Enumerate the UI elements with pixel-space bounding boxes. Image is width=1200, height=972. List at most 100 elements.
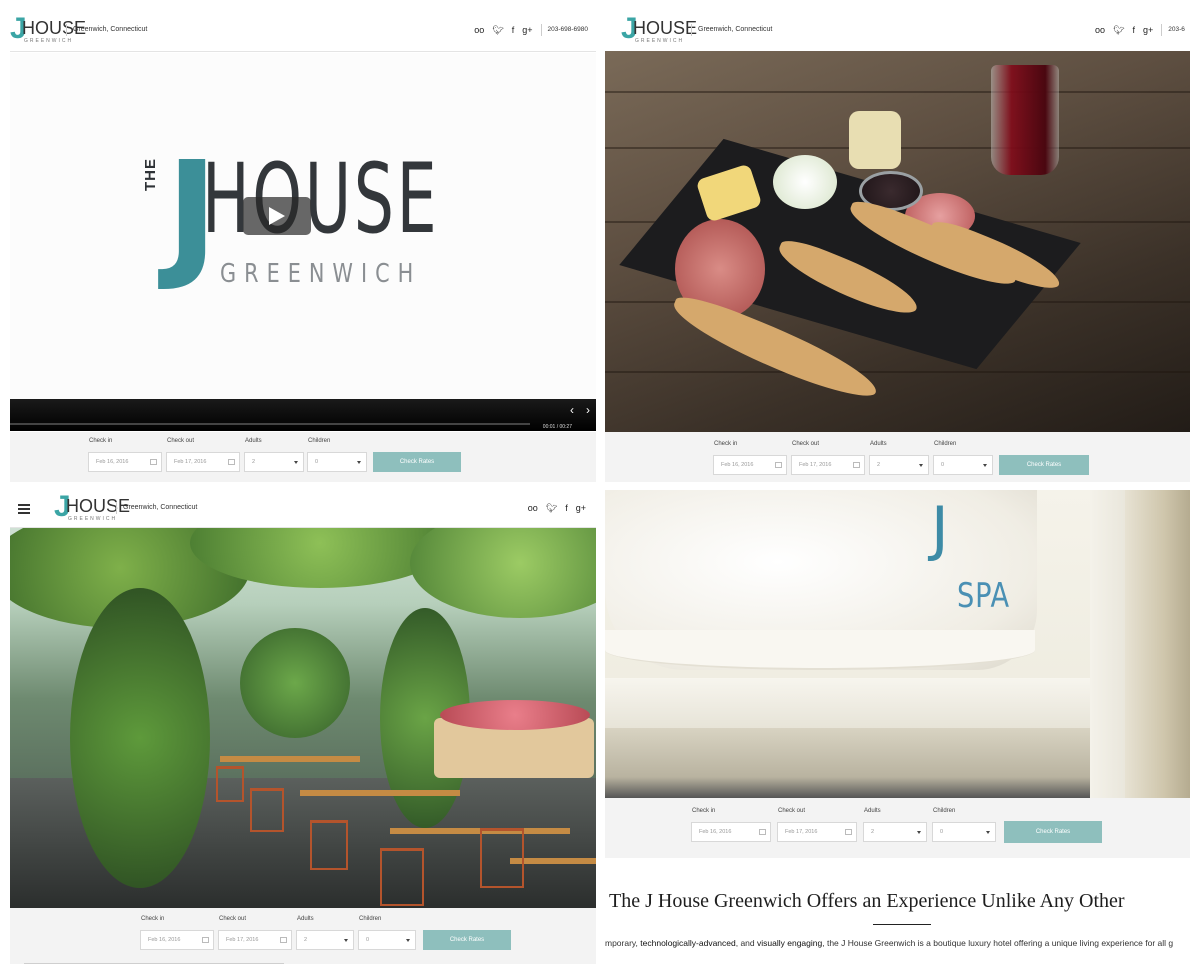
video-progress-bar[interactable] xyxy=(10,423,530,425)
site-header: J HOUSE GREENWICH Greenwich, Connecticut… xyxy=(605,8,1190,52)
checkout-input[interactable]: Feb 17, 2016 xyxy=(166,452,240,472)
video-controls: ‹ › 00:01 / 00:27 xyxy=(10,399,596,431)
tripadvisor-icon[interactable]: oo xyxy=(474,24,484,36)
children-label: Children xyxy=(933,808,956,814)
chevron-down-icon xyxy=(406,939,410,942)
wine-glass xyxy=(991,65,1059,175)
checkin-label: Check in xyxy=(89,438,113,444)
checkout-value: Feb 17, 2016 xyxy=(226,937,259,943)
checkin-label: Check in xyxy=(141,916,165,922)
twitter-icon[interactable]: 🐦︎ xyxy=(546,502,557,514)
calendar-icon xyxy=(759,829,766,835)
booking-bar: Check in Feb 16, 2016 Check out Feb 17, … xyxy=(605,798,1190,858)
calendar-icon xyxy=(280,937,287,943)
calendar-icon xyxy=(853,462,860,468)
children-field[interactable]: Children 0 xyxy=(307,438,367,472)
children-select[interactable]: 0 xyxy=(307,452,367,472)
children-field[interactable]: Children 0 xyxy=(933,441,993,475)
checkout-field[interactable]: Check out Feb 17, 2016 xyxy=(791,441,865,475)
adults-select[interactable]: 2 xyxy=(296,930,354,950)
facebook-icon[interactable]: f xyxy=(1132,24,1135,36)
calendar-icon xyxy=(202,937,209,943)
site-logo[interactable]: J HOUSE GREENWICH xyxy=(10,14,86,46)
adults-field[interactable]: Adults 2 xyxy=(296,916,354,950)
children-select[interactable]: 0 xyxy=(932,822,996,842)
adults-select[interactable]: 2 xyxy=(863,822,927,842)
checkin-input[interactable]: Feb 16, 2016 xyxy=(713,455,787,475)
adults-value: 2 xyxy=(252,459,256,465)
checkin-field[interactable]: Check in Feb 16, 2016 xyxy=(713,441,787,475)
adults-field[interactable]: Adults 2 xyxy=(869,441,929,475)
logo-greenwich: GREENWICH xyxy=(24,38,74,44)
googleplus-icon[interactable]: g+ xyxy=(576,502,586,514)
adults-field[interactable]: Adults 2 xyxy=(244,438,304,472)
location-text: Greenwich, Connecticut xyxy=(66,24,147,36)
video-player[interactable]: THE J HOUSE GREENWICH xyxy=(10,53,596,399)
checkin-field[interactable]: Check in Feb 16, 2016 xyxy=(691,808,771,842)
twitter-icon[interactable]: 🐦︎ xyxy=(492,24,503,36)
adults-select[interactable]: 2 xyxy=(244,452,304,472)
phone-number[interactable]: 203-6 xyxy=(1161,24,1185,36)
check-rates-button[interactable]: Check Rates xyxy=(999,455,1089,475)
logo-greenwich: GREENWICH xyxy=(635,38,685,44)
checkin-field[interactable]: Check in Feb 16, 2016 xyxy=(140,916,214,950)
social-links: oo 🐦︎ f g+ 203-6 xyxy=(1095,24,1185,36)
checkout-field[interactable]: Check out Feb 17, 2016 xyxy=(777,808,857,842)
children-value: 0 xyxy=(940,829,944,835)
checkout-input[interactable]: Feb 17, 2016 xyxy=(218,930,292,950)
children-value: 0 xyxy=(315,459,319,465)
adults-field[interactable]: Adults 2 xyxy=(863,808,927,842)
twitter-icon[interactable]: 🐦︎ xyxy=(1113,24,1124,36)
children-label: Children xyxy=(934,441,957,447)
site-logo[interactable]: J HOUSE GREENWICH xyxy=(54,492,130,524)
site-logo[interactable]: J HOUSE GREENWICH xyxy=(621,14,697,46)
checkout-input[interactable]: Feb 17, 2016 xyxy=(791,455,865,475)
children-label: Children xyxy=(308,438,331,444)
checkin-field[interactable]: Check in Feb 16, 2016 xyxy=(88,438,162,472)
site-header: J HOUSE GREENWICH Greenwich, Connecticut… xyxy=(10,8,596,52)
booking-bar: Check in Feb 16, 2016 Check out Feb 17, … xyxy=(10,908,596,964)
check-rates-button[interactable]: Check Rates xyxy=(373,452,461,472)
children-select[interactable]: 0 xyxy=(933,455,993,475)
panel-spa: J SPA Check in Feb 16, 2016 Check out Fe… xyxy=(605,490,1190,964)
chevron-down-icon xyxy=(344,939,348,942)
googleplus-icon[interactable]: g+ xyxy=(1143,24,1153,36)
facebook-icon[interactable]: f xyxy=(565,502,568,514)
check-rates-button[interactable]: Check Rates xyxy=(423,930,511,950)
tripadvisor-icon[interactable]: oo xyxy=(528,502,538,514)
play-button[interactable] xyxy=(243,197,311,235)
children-field[interactable]: Children 0 xyxy=(932,808,996,842)
facebook-icon[interactable]: f xyxy=(512,24,515,36)
checkin-label: Check in xyxy=(692,808,716,814)
wood-grain xyxy=(605,371,1190,373)
checkout-field[interactable]: Check out Feb 17, 2016 xyxy=(218,916,292,950)
checkin-input[interactable]: Feb 16, 2016 xyxy=(691,822,771,842)
spa-logo-j: J xyxy=(931,494,949,564)
phone-number[interactable]: 203-698-6980 xyxy=(540,24,588,36)
children-field[interactable]: Children 0 xyxy=(358,916,416,950)
intro-text: , the J House Greenwich is a boutique lu… xyxy=(822,938,1174,948)
next-arrow-icon[interactable]: › xyxy=(586,403,590,417)
tripadvisor-icon[interactable]: oo xyxy=(1095,24,1105,36)
checkin-input[interactable]: Feb 16, 2016 xyxy=(88,452,162,472)
booking-bar: Check in Feb 16, 2016 Check out Feb 17, … xyxy=(10,432,596,482)
site-header: J HOUSE GREENWICH Greenwich, Connecticut… xyxy=(10,490,596,528)
adults-value: 2 xyxy=(871,829,875,835)
checkin-input[interactable]: Feb 16, 2016 xyxy=(140,930,214,950)
hamburger-menu-icon[interactable] xyxy=(18,504,30,514)
checkin-label: Check in xyxy=(714,441,738,447)
hero-logo-greenwich: GREENWICH xyxy=(220,259,422,289)
charcuterie-photo xyxy=(605,51,1190,432)
check-rates-button[interactable]: Check Rates xyxy=(1004,821,1102,843)
foliage xyxy=(410,528,596,618)
checkout-label: Check out xyxy=(792,441,820,447)
children-value: 0 xyxy=(366,937,370,943)
googleplus-icon[interactable]: g+ xyxy=(522,24,532,36)
prev-arrow-icon[interactable]: ‹ xyxy=(570,403,574,417)
chair xyxy=(480,828,524,888)
page-headline: The J House Greenwich Offers an Experien… xyxy=(609,890,1125,912)
adults-select[interactable]: 2 xyxy=(869,455,929,475)
checkout-field[interactable]: Check out Feb 17, 2016 xyxy=(166,438,240,472)
checkout-input[interactable]: Feb 17, 2016 xyxy=(777,822,857,842)
children-select[interactable]: 0 xyxy=(358,930,416,950)
